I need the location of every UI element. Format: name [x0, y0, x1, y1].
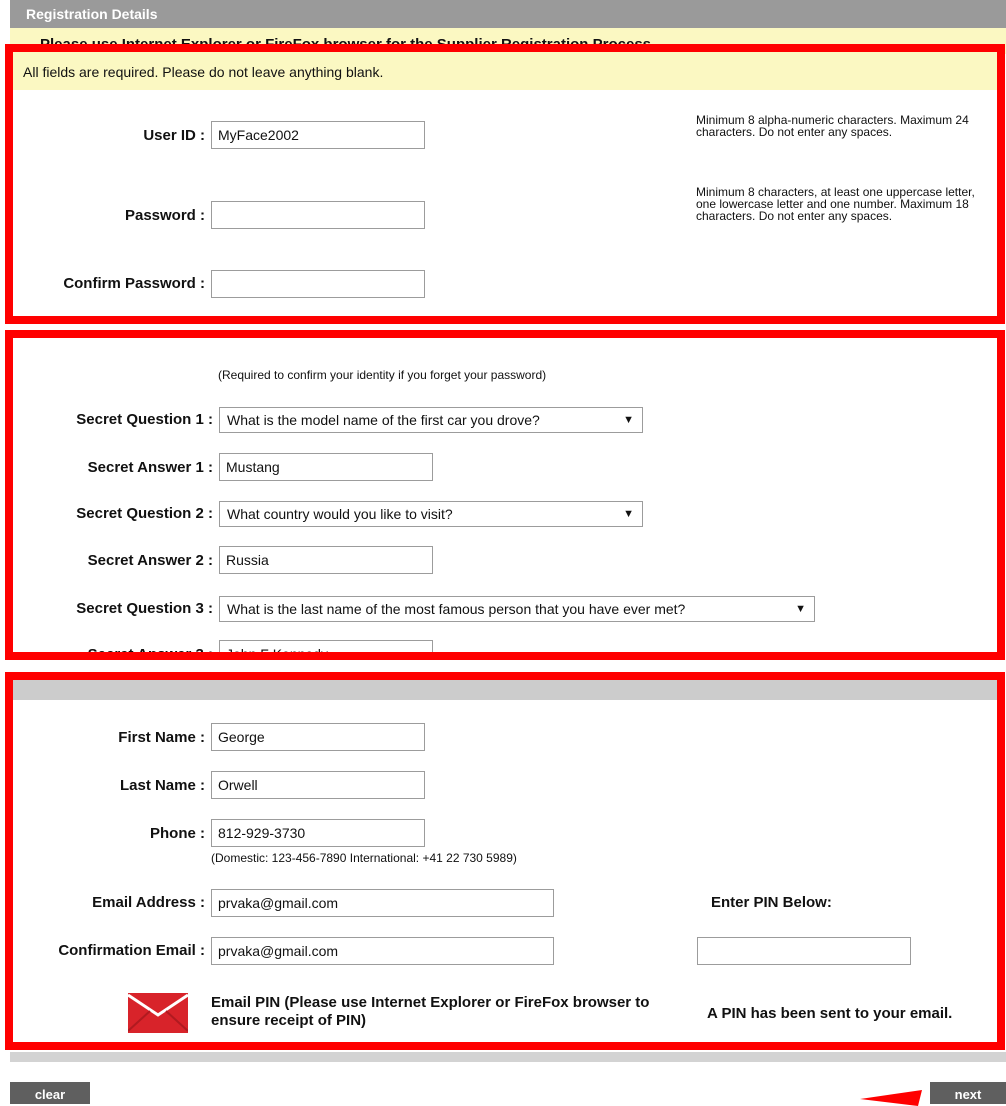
first-name-input[interactable] [211, 723, 425, 751]
secret-question-3-select[interactable]: What is the last name of the most famous… [219, 596, 815, 622]
secret-question-3-value: What is the last name of the most famous… [227, 601, 686, 617]
phone-input[interactable] [211, 819, 425, 847]
secret-answer-1-label: Secret Answer 1 : [87, 459, 213, 476]
secret-question-2-value: What country would you like to visit? [227, 506, 453, 522]
secret-question-1-label: Secret Question 1 : [76, 411, 213, 428]
password-input[interactable] [211, 201, 425, 229]
secret-answer-1-input[interactable] [219, 453, 433, 481]
secret-answer-3-label: Secret Answer 3 : [87, 646, 213, 660]
user-id-hint: Minimum 8 alpha-numeric characters. Maxi… [696, 113, 969, 139]
secret-question-1-value: What is the model name of the first car … [227, 412, 540, 428]
user-id-input[interactable] [211, 121, 425, 149]
secret-question-2-select[interactable]: What country would you like to visit? ▼ [219, 501, 643, 527]
password-hint: Minimum 8 characters, at least one upper… [696, 186, 975, 223]
secret-answer-2-input[interactable] [219, 546, 433, 574]
secret-question-1-select[interactable]: What is the model name of the first car … [219, 407, 643, 433]
confirmation-email-input[interactable] [211, 937, 554, 965]
chevron-down-icon: ▼ [623, 414, 634, 426]
last-name-label: Last Name : [119, 777, 205, 794]
confirmation-email-label: Confirmation Email : [58, 942, 205, 959]
registration-header: Registration Details [10, 0, 1006, 28]
first-name-label: First Name : [118, 729, 205, 746]
phone-label: Phone : [150, 825, 205, 842]
secret-answer-2-label: Secret Answer 2 : [87, 552, 213, 569]
secret-question-3-label: Secret Question 3 : [76, 600, 213, 617]
confirm-password-input[interactable] [211, 270, 425, 298]
pin-sent-message: A PIN has been sent to your email. [707, 1005, 953, 1022]
chevron-down-icon: ▼ [623, 508, 634, 520]
phone-hint: (Domestic: 123-456-7890 International: +… [211, 851, 517, 865]
pin-label: Enter PIN Below: [711, 894, 832, 911]
password-label: Password : [124, 207, 205, 224]
required-note: All fields are required. Please do not l… [13, 52, 997, 90]
bottom-divider [10, 1052, 1006, 1062]
email-input[interactable] [211, 889, 554, 917]
secret-answer-3-input[interactable] [219, 640, 433, 652]
arrow-pointer-icon [860, 1090, 922, 1106]
section-divider [13, 680, 997, 700]
email-label: Email Address : [92, 894, 205, 911]
last-name-input[interactable] [211, 771, 425, 799]
clear-button[interactable]: clear [10, 1082, 90, 1104]
email-pin-link[interactable]: Email PIN (Please use Internet Explorer … [211, 994, 651, 1030]
next-button[interactable]: next [930, 1082, 1006, 1104]
confirm-password-label: Confirm Password : [63, 275, 205, 292]
security-note: (Required to confirm your identity if yo… [218, 368, 547, 382]
security-section: (Required to confirm your identity if yo… [5, 330, 1005, 660]
user-id-label: User ID : [143, 127, 205, 144]
chevron-down-icon: ▼ [795, 603, 806, 615]
envelope-icon[interactable] [127, 993, 189, 1033]
pin-input[interactable] [697, 937, 911, 965]
secret-question-2-label: Secret Question 2 : [76, 505, 213, 522]
